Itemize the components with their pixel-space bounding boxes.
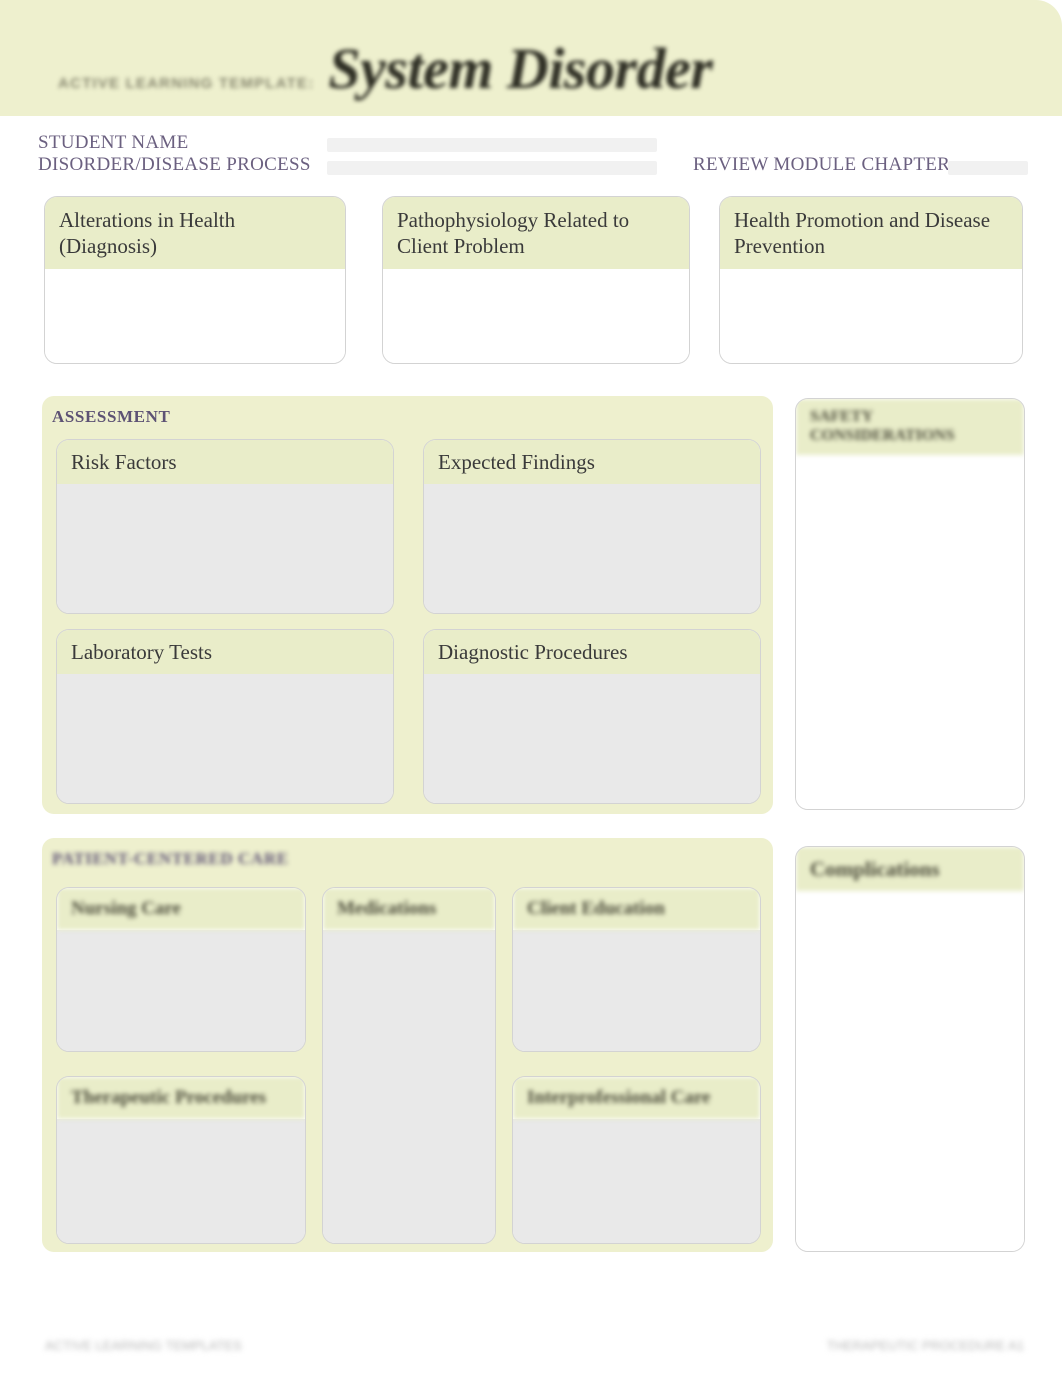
laboratory-tests-label: Laboratory Tests bbox=[57, 630, 393, 674]
client-education-label: Client Education bbox=[513, 888, 760, 930]
laboratory-tests-box[interactable]: Laboratory Tests bbox=[56, 629, 394, 804]
therapeutic-procedures-box[interactable]: Therapeutic Procedures bbox=[56, 1076, 306, 1244]
disorder-process-label: DISORDER/DISEASE PROCESS bbox=[38, 154, 311, 175]
medications-label: Medications bbox=[323, 888, 495, 930]
safety-considerations-input[interactable] bbox=[796, 455, 1024, 809]
health-promotion-label: Health Promotion and Disease Prevention bbox=[720, 197, 1022, 269]
review-module-chapter-label: REVIEW MODULE CHAPTER bbox=[693, 154, 951, 175]
interprofessional-care-label: Interprofessional Care bbox=[513, 1077, 760, 1119]
identification-row: STUDENT NAME DISORDER/DISEASE PROCESS RE… bbox=[0, 116, 1062, 182]
therapeutic-procedures-input[interactable] bbox=[57, 1119, 305, 1243]
footer-right-text: THERAPEUTIC PROCEDURE A1 bbox=[826, 1338, 1024, 1353]
expected-findings-box[interactable]: Expected Findings bbox=[423, 439, 761, 614]
footer-left-text: ACTIVE LEARNING TEMPLATES bbox=[45, 1338, 242, 1353]
student-name-input[interactable] bbox=[327, 138, 657, 152]
client-education-box[interactable]: Client Education bbox=[512, 887, 761, 1052]
student-name-label: STUDENT NAME bbox=[38, 132, 189, 153]
therapeutic-procedures-label: Therapeutic Procedures bbox=[57, 1077, 305, 1119]
assessment-section-title: ASSESSMENT bbox=[52, 407, 171, 426]
alterations-in-health-label: Alterations in Health (Diagnosis) bbox=[45, 197, 345, 269]
diagnostic-procedures-box[interactable]: Diagnostic Procedures bbox=[423, 629, 761, 804]
interprofessional-care-input[interactable] bbox=[513, 1119, 760, 1243]
nursing-care-box[interactable]: Nursing Care bbox=[56, 887, 306, 1052]
nursing-care-input[interactable] bbox=[57, 930, 305, 1051]
header-banner-text: ACTIVE LEARNING TEMPLATE: System Disorde… bbox=[58, 35, 713, 102]
disorder-process-input[interactable] bbox=[327, 161, 657, 175]
alterations-in-health-box[interactable]: Alterations in Health (Diagnosis) bbox=[44, 196, 346, 364]
page-title: System Disorder bbox=[328, 36, 713, 101]
laboratory-tests-input[interactable] bbox=[57, 674, 393, 803]
pathophysiology-input[interactable] bbox=[383, 269, 689, 363]
alterations-in-health-input[interactable] bbox=[45, 269, 345, 363]
expected-findings-input[interactable] bbox=[424, 484, 760, 613]
header-banner: ACTIVE LEARNING TEMPLATE: System Disorde… bbox=[0, 0, 1062, 116]
risk-factors-box[interactable]: Risk Factors bbox=[56, 439, 394, 614]
template-type-eyebrow: ACTIVE LEARNING TEMPLATE: bbox=[58, 75, 315, 92]
review-module-chapter-input[interactable] bbox=[948, 161, 1028, 175]
diagnostic-procedures-label: Diagnostic Procedures bbox=[424, 630, 760, 674]
medications-input[interactable] bbox=[323, 930, 495, 1243]
pathophysiology-box[interactable]: Pathophysiology Related to Client Proble… bbox=[382, 196, 690, 364]
complications-input[interactable] bbox=[796, 891, 1024, 1251]
safety-considerations-box[interactable]: SAFETY CONSIDERATIONS bbox=[795, 398, 1025, 810]
safety-considerations-label: SAFETY CONSIDERATIONS bbox=[796, 399, 1024, 455]
pathophysiology-label: Pathophysiology Related to Client Proble… bbox=[383, 197, 689, 269]
complications-box[interactable]: Complications bbox=[795, 846, 1025, 1252]
interprofessional-care-box[interactable]: Interprofessional Care bbox=[512, 1076, 761, 1244]
medications-box[interactable]: Medications bbox=[322, 887, 496, 1244]
complications-label: Complications bbox=[796, 847, 1024, 891]
risk-factors-input[interactable] bbox=[57, 484, 393, 613]
health-promotion-box[interactable]: Health Promotion and Disease Prevention bbox=[719, 196, 1023, 364]
diagnostic-procedures-input[interactable] bbox=[424, 674, 760, 803]
health-promotion-input[interactable] bbox=[720, 269, 1022, 363]
page-footer: ACTIVE LEARNING TEMPLATES THERAPEUTIC PR… bbox=[0, 1330, 1062, 1370]
patient-centered-care-section-title: PATIENT-CENTERED CARE bbox=[52, 849, 289, 868]
expected-findings-label: Expected Findings bbox=[424, 440, 760, 484]
client-education-input[interactable] bbox=[513, 930, 760, 1051]
risk-factors-label: Risk Factors bbox=[57, 440, 393, 484]
nursing-care-label: Nursing Care bbox=[57, 888, 305, 930]
